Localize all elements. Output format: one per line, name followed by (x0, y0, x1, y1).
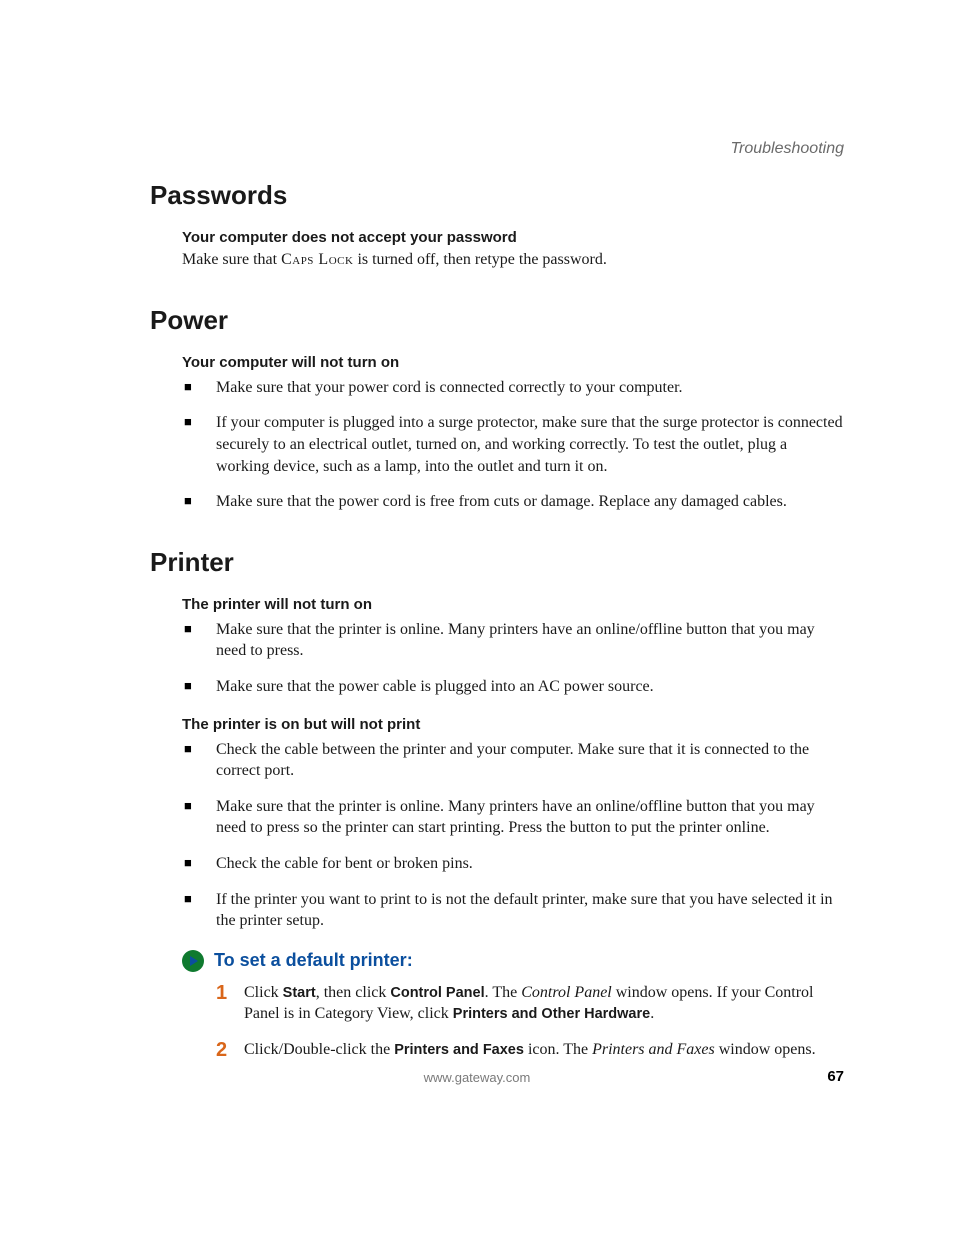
procedure-steps: Click Start, then click Control Panel. T… (216, 982, 844, 1061)
page-number: 67 (827, 1068, 844, 1085)
text-fragment: , then click (316, 984, 391, 1001)
power-block: Your computer will not turn on Make sure… (182, 354, 844, 513)
text-fragment: Click/Double-click the (244, 1041, 394, 1058)
play-icon (182, 950, 204, 972)
text-fragment: . The (485, 984, 522, 1001)
text-fragment: icon. The (524, 1041, 592, 1058)
procedure-header: To set a default printer: (182, 950, 844, 972)
list-item: Check the cable for bent or broken pins. (182, 853, 844, 875)
text-fragment: Click (244, 984, 283, 1001)
text-fragment: window opens. (715, 1041, 816, 1058)
heading-passwords: Passwords (150, 180, 844, 211)
subheading-printer-2: The printer is on but will not print (182, 716, 844, 733)
list-item: If your computer is plugged into a surge… (182, 412, 844, 477)
caps-lock-text: Caps Lock (281, 251, 353, 268)
printer-bullets-1: Make sure that the printer is online. Ma… (182, 619, 844, 698)
ui-label: Control Panel (390, 985, 484, 1001)
procedure-title: To set a default printer: (214, 950, 413, 971)
subheading-printer-1: The printer will not turn on (182, 596, 844, 613)
passwords-block: Your computer does not accept your passw… (182, 229, 844, 271)
ui-label: Printers and Faxes (394, 1042, 524, 1058)
subheading-power-1: Your computer will not turn on (182, 354, 844, 371)
heading-printer: Printer (150, 547, 844, 578)
list-item: If the printer you want to print to is n… (182, 889, 844, 932)
subheading-passwords-1: Your computer does not accept your passw… (182, 229, 844, 246)
text-fragment: is turned off, then retype the password. (353, 251, 606, 268)
power-bullets: Make sure that your power cord is connec… (182, 377, 844, 513)
text-fragment: . (650, 1005, 654, 1022)
printer-block: The printer will not turn on Make sure t… (182, 596, 844, 932)
text-fragment: Make sure that (182, 251, 281, 268)
ui-italic: Printers and Faxes (592, 1041, 715, 1058)
document-page: Troubleshooting Passwords Your computer … (0, 0, 954, 1235)
procedure-default-printer: To set a default printer: Click Start, t… (182, 950, 844, 1061)
ui-label: Start (283, 985, 316, 1001)
passwords-text: Make sure that Caps Lock is turned off, … (182, 250, 844, 271)
printer-bullets-2: Check the cable between the printer and … (182, 739, 844, 932)
list-item: Make sure that the power cable is plugge… (182, 676, 844, 698)
list-item: Check the cable between the printer and … (182, 739, 844, 782)
step-2: Click/Double-click the Printers and Faxe… (216, 1039, 844, 1061)
ui-label: Printers and Other Hardware (453, 1006, 650, 1022)
ui-italic: Control Panel (521, 984, 612, 1001)
list-item: Make sure that the power cord is free fr… (182, 491, 844, 513)
chapter-title: Troubleshooting (730, 140, 844, 158)
heading-power: Power (150, 305, 844, 336)
list-item: Make sure that the printer is online. Ma… (182, 796, 844, 839)
list-item: Make sure that your power cord is connec… (182, 377, 844, 399)
list-item: Make sure that the printer is online. Ma… (182, 619, 844, 662)
footer-url: www.gateway.com (0, 1070, 954, 1085)
step-1: Click Start, then click Control Panel. T… (216, 982, 844, 1025)
